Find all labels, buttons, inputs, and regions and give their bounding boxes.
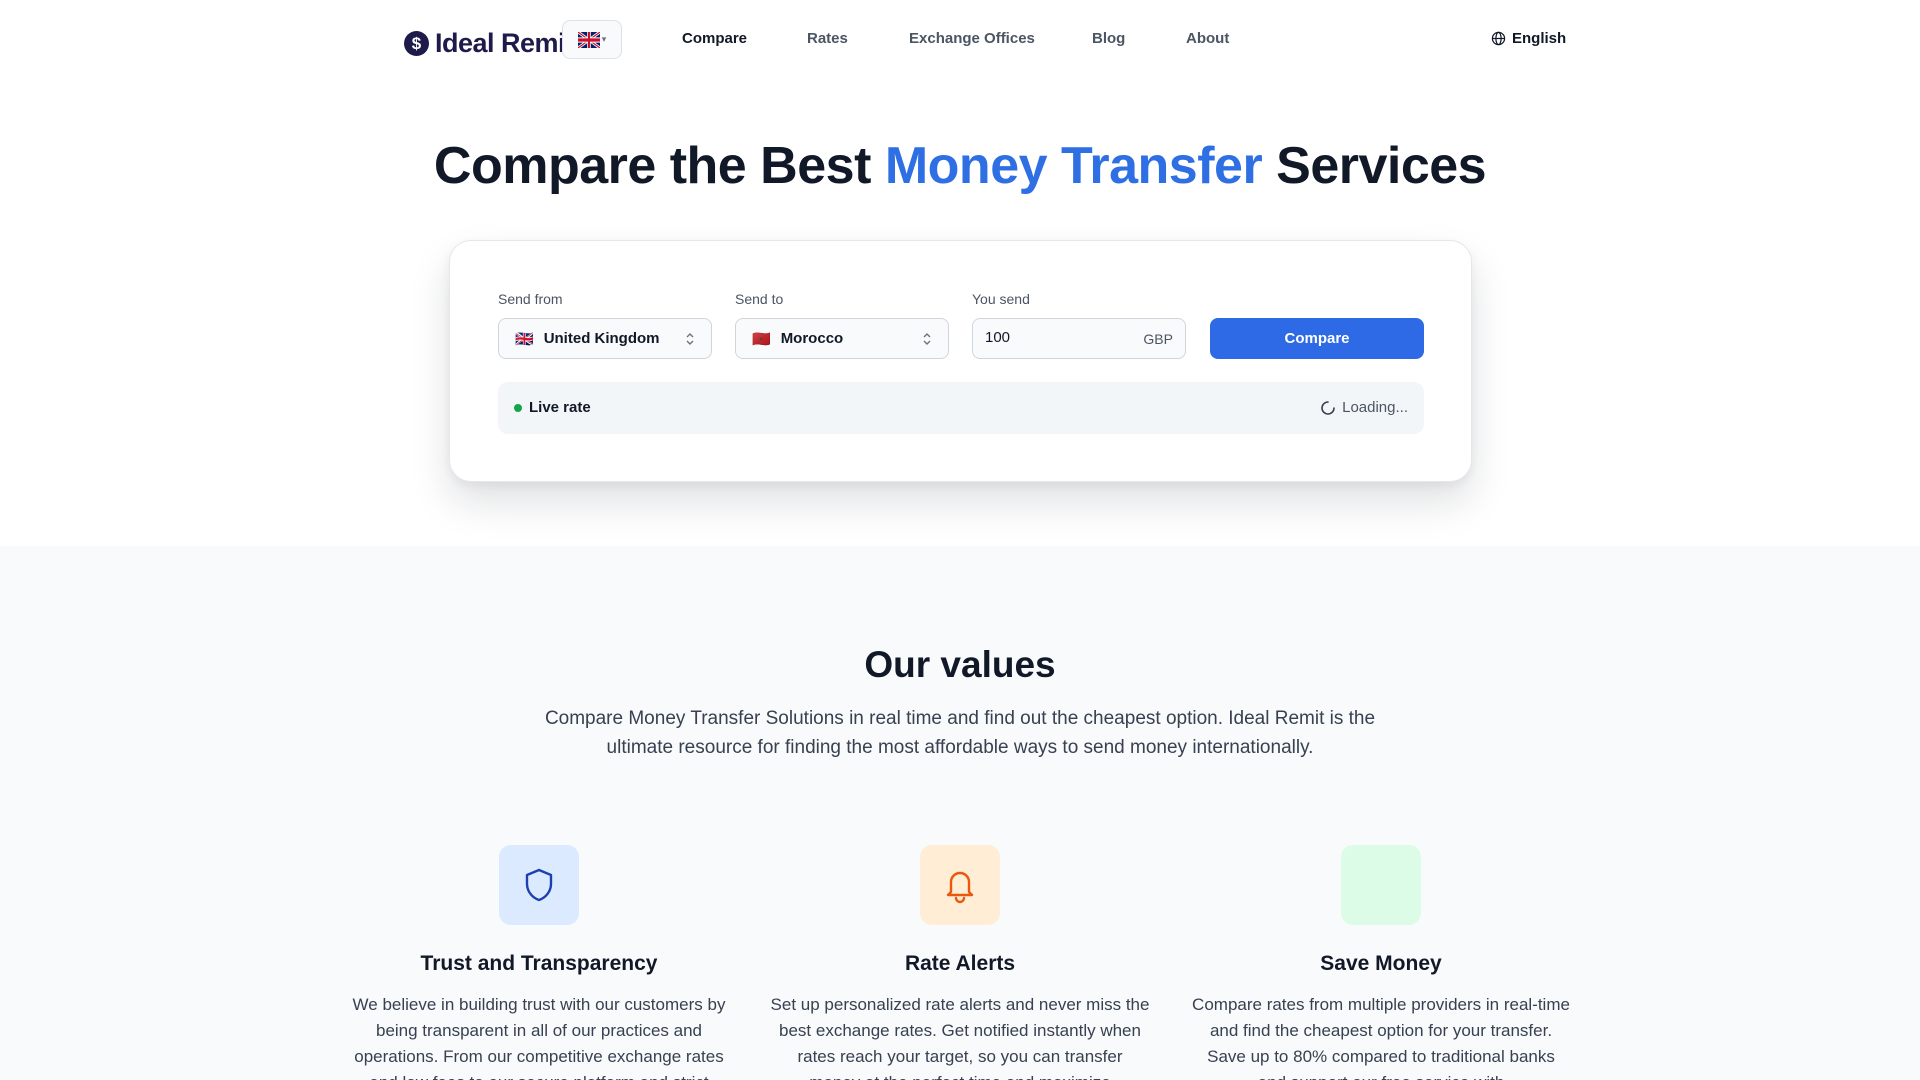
- spinner-icon: [1321, 400, 1335, 415]
- site-header: $ Ideal Remit ▾ Compare Rates Exchange O…: [0, 0, 1920, 78]
- dollar-coin-icon: $: [404, 31, 429, 56]
- savings-icon: [1341, 845, 1421, 925]
- brand-logo[interactable]: $ Ideal Remit: [404, 28, 574, 59]
- nav-about[interactable]: About: [1186, 30, 1229, 47]
- chevron-updown-icon: [686, 333, 694, 345]
- amount-field: GBP: [972, 318, 1186, 359]
- send-from-value: United Kingdom: [543, 330, 660, 347]
- shield-icon: [499, 845, 579, 925]
- values-section: Our values Compare Money Transfer Soluti…: [0, 546, 1920, 1080]
- send-from-label: Send from: [498, 291, 563, 307]
- hero-title: Compare the Best Money Transfer Services: [0, 136, 1920, 196]
- send-from-select[interactable]: 🇬🇧 United Kingdom: [498, 318, 712, 359]
- nav-exchange-offices[interactable]: Exchange Offices: [909, 30, 1035, 47]
- feature-title: Trust and Transparency: [420, 952, 658, 975]
- globe-icon: [1491, 31, 1506, 46]
- loading-text: Loading...: [1342, 399, 1408, 416]
- morocco-flag-icon: 🇲🇦: [752, 330, 771, 348]
- compare-form-card: Send from 🇬🇧 United Kingdom Send to 🇲🇦 M…: [449, 240, 1472, 482]
- nav-rates[interactable]: Rates: [807, 30, 848, 47]
- currency-code: GBP: [1143, 331, 1173, 347]
- send-to-label: Send to: [735, 291, 784, 307]
- feature-description: We believe in building trust with our cu…: [352, 995, 726, 1080]
- bell-icon: [920, 845, 1000, 925]
- hero-title-highlight: Money Transfer: [884, 137, 1263, 195]
- live-status-dot: [514, 404, 522, 412]
- feature-description: Compare rates from multiple providers in…: [1192, 995, 1570, 1080]
- loading-indicator: Loading...: [1320, 399, 1408, 416]
- feature-title: Rate Alerts: [904, 952, 1016, 975]
- language-label: English: [1512, 30, 1567, 47]
- values-title: Our values: [864, 644, 1056, 685]
- send-to-value: Morocco: [780, 330, 844, 347]
- feature-description: Set up personalized rate alerts and neve…: [770, 995, 1150, 1080]
- compare-button[interactable]: Compare: [1210, 318, 1424, 359]
- chevron-updown-icon: [923, 333, 931, 345]
- brand-name: Ideal Remit: [435, 28, 574, 58]
- hero-title-end: Services: [1262, 137, 1487, 195]
- you-send-label: You send: [972, 291, 1030, 307]
- live-rate-label: Live rate: [529, 399, 591, 416]
- amount-input[interactable]: [985, 329, 1125, 346]
- values-description: Compare Money Transfer Solutions in real…: [544, 708, 1376, 758]
- language-selector[interactable]: English: [1491, 30, 1566, 47]
- nav-blog[interactable]: Blog: [1092, 30, 1125, 47]
- feature-title: Save Money: [1320, 952, 1442, 975]
- uk-flag-icon: 🇬🇧: [515, 330, 534, 348]
- chevron-down-icon: ▾: [601, 34, 607, 44]
- send-to-select[interactable]: 🇲🇦 Morocco: [735, 318, 949, 359]
- live-rate-bar: Live rate Loading...: [498, 382, 1424, 434]
- nav-compare[interactable]: Compare: [682, 30, 747, 47]
- region-flag-selector[interactable]: ▾: [562, 20, 622, 59]
- uk-flag-icon: [577, 31, 600, 48]
- hero-title-start: Compare the Best: [433, 137, 885, 195]
